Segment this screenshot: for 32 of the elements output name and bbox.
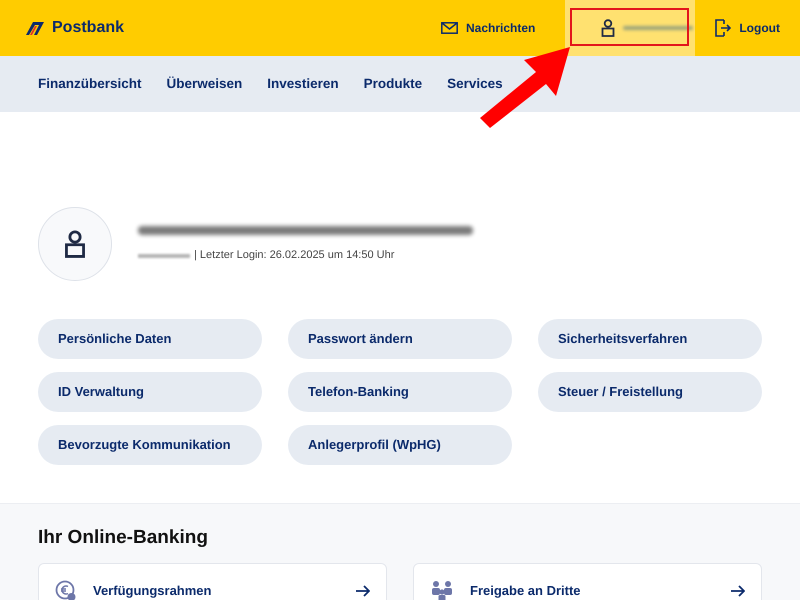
user-icon	[601, 19, 616, 37]
profile-action-button[interactable]: Steuer / Freistellung	[538, 372, 762, 412]
account-button[interactable]	[565, 0, 696, 56]
arrow-right-icon	[356, 584, 370, 596]
profile-action-button[interactable]: Anlegerprofil (WpHG)	[288, 425, 512, 465]
profile-action-button[interactable]: Telefon-Banking	[288, 372, 512, 412]
people-icon	[430, 580, 454, 600]
shortcut-card[interactable]: Freigabe an Dritte	[413, 562, 762, 600]
logout-icon	[715, 19, 732, 37]
logo-icon	[24, 21, 46, 35]
nav-link[interactable]: Produkte	[364, 74, 422, 94]
shortcut-card[interactable]: Verfügungsrahmen	[38, 562, 387, 600]
envelope-icon	[440, 22, 458, 34]
messages-link[interactable]: Nachrichten	[440, 19, 536, 37]
profile-action-button[interactable]: Bevorzugte Kommunikation	[38, 425, 262, 465]
profile-action-button[interactable]: Sicherheitsverfahren	[538, 319, 762, 359]
section-title: Ihr Online-Banking	[38, 526, 209, 550]
logo-text: Postbank	[52, 18, 124, 38]
nav-link[interactable]: Überweisen	[166, 74, 242, 94]
user-icon	[63, 230, 87, 258]
nav-link[interactable]: Investieren	[267, 74, 339, 94]
profile-action-button[interactable]: Passwort ändern	[288, 319, 512, 359]
arrow-right-icon	[731, 584, 745, 596]
profile-action-button[interactable]: Persönliche Daten	[38, 319, 262, 359]
nav-link[interactable]: Services	[447, 74, 503, 94]
euro-coin-icon	[55, 580, 77, 600]
logout-button[interactable]: Logout	[695, 19, 800, 37]
redaction-mark	[623, 26, 694, 30]
profile-action-button[interactable]: ID Verwaltung	[38, 372, 262, 412]
last-login-text: | Letzter Login: 26.02.2025 um 14:50 Uhr	[194, 248, 394, 264]
redaction-mark	[138, 254, 190, 258]
nav-link[interactable]: Finanzübersicht	[38, 74, 142, 94]
